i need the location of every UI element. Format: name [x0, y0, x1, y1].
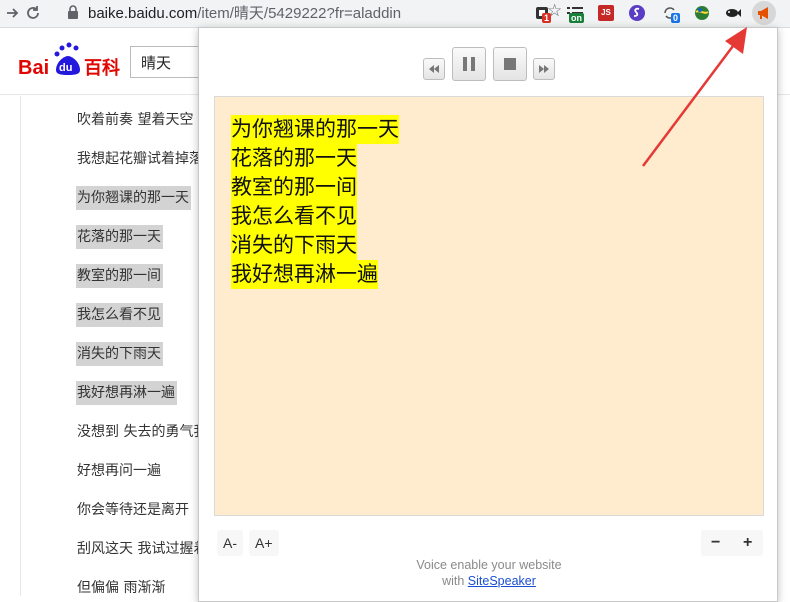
reload-icon[interactable]: [22, 2, 44, 24]
lyric-line-highlighted: 我怎么看不见: [76, 303, 163, 327]
url-text: baike.baidu.com/item/晴天/5429222?fr=aladd…: [88, 5, 402, 22]
globe-extension-icon[interactable]: [692, 3, 712, 23]
rewind-button[interactable]: [423, 58, 445, 80]
footer-credit: with SiteSpeaker: [442, 574, 536, 588]
lyric-line: 你会等待还是离开: [77, 502, 189, 518]
list-badge: on: [569, 13, 584, 23]
mail-badge: 1: [542, 13, 552, 23]
reading-line: 消失的下雨天: [231, 231, 357, 260]
reading-line: 为你翘课的那一天: [231, 115, 399, 144]
forward-icon[interactable]: [1, 2, 23, 24]
stop-button[interactable]: [493, 47, 527, 81]
refresh-extension-icon[interactable]: 0: [660, 3, 681, 23]
baidu-baike-logo[interactable]: Bai du 百科: [18, 40, 124, 80]
lyric-line: 我想起花瓣试着掉落: [77, 151, 203, 167]
s-extension-icon[interactable]: [627, 3, 647, 23]
js-extension-icon[interactable]: JS: [596, 3, 616, 23]
fast-forward-icon: [539, 65, 549, 73]
lyric-line-highlighted: 为你翘课的那一天: [76, 186, 191, 210]
pause-icon: [463, 57, 475, 71]
mail-extension-icon[interactable]: 1: [532, 3, 552, 23]
address-bar[interactable]: baike.baidu.com/item/晴天/5429222?fr=aladd…: [56, 0, 562, 24]
font-increase-button[interactable]: A+: [249, 530, 279, 556]
browser-toolbar: baike.baidu.com/item/晴天/5429222?fr=aladd…: [0, 0, 790, 28]
list-extension-icon[interactable]: on: [565, 3, 585, 23]
lyric-line-highlighted: 我好想再淋一遍: [76, 381, 177, 405]
rewind-icon: [429, 65, 439, 73]
zoom-controls: − +: [701, 530, 763, 556]
svg-text:百科: 百科: [84, 57, 120, 79]
page-divider: [20, 96, 21, 596]
lyric-line-highlighted: 消失的下雨天: [76, 342, 163, 366]
lyric-line: 但偏偏 雨渐渐: [77, 580, 166, 596]
reading-line: 教室的那一间: [231, 173, 357, 202]
lock-icon: [68, 5, 78, 19]
reading-text-area[interactable]: 为你翘课的那一天 花落的那一天 教室的那一间 我怎么看不见 消失的下雨天 我好想…: [214, 96, 764, 516]
reading-line: 花落的那一天: [231, 144, 357, 173]
reading-line: 我怎么看不见: [231, 202, 357, 231]
footer-tagline: Voice enable your website: [416, 558, 562, 572]
zoom-in-button[interactable]: +: [743, 530, 752, 556]
sitespeaker-link[interactable]: SiteSpeaker: [468, 574, 536, 588]
lyric-line-highlighted: 花落的那一天: [76, 225, 163, 249]
pause-button[interactable]: [452, 47, 486, 81]
lyric-line-highlighted: 教室的那一间: [76, 264, 163, 288]
zoom-out-button[interactable]: −: [711, 530, 720, 556]
svg-text:Bai: Bai: [18, 57, 49, 79]
megaphone-extension-icon[interactable]: [752, 1, 776, 25]
svg-text:du: du: [59, 62, 72, 74]
fast-forward-button[interactable]: [533, 58, 555, 80]
reading-line: 我好想再淋一遍: [231, 260, 378, 289]
sitespeaker-popup: 为你翘课的那一天 花落的那一天 教室的那一间 我怎么看不见 消失的下雨天 我好想…: [198, 27, 778, 602]
lyric-line: 吹着前奏 望着天空: [77, 112, 194, 128]
lyric-line: 好想再问一遍: [77, 463, 161, 479]
stop-icon: [504, 58, 516, 70]
fish-extension-icon[interactable]: [723, 3, 743, 23]
refresh-badge: 0: [671, 13, 681, 23]
font-decrease-button[interactable]: A-: [217, 530, 243, 556]
